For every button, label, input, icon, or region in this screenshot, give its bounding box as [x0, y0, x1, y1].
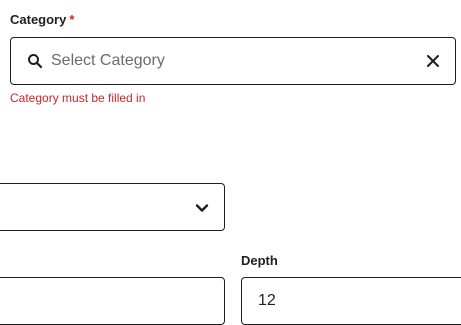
depth-value: 12: [258, 292, 276, 309]
close-icon[interactable]: [425, 53, 441, 69]
search-icon: [28, 54, 43, 69]
category-label-text: Category: [10, 12, 67, 27]
category-search-input[interactable]: [51, 46, 411, 76]
dropdown-select[interactable]: [0, 183, 225, 231]
chevron-down-icon: [195, 204, 209, 212]
category-error-message: Category must be filled in: [10, 91, 146, 105]
category-label: Category *: [10, 12, 74, 27]
depth-label: Depth: [241, 253, 278, 268]
category-combobox[interactable]: [10, 37, 456, 85]
required-asterisk: *: [69, 12, 75, 27]
